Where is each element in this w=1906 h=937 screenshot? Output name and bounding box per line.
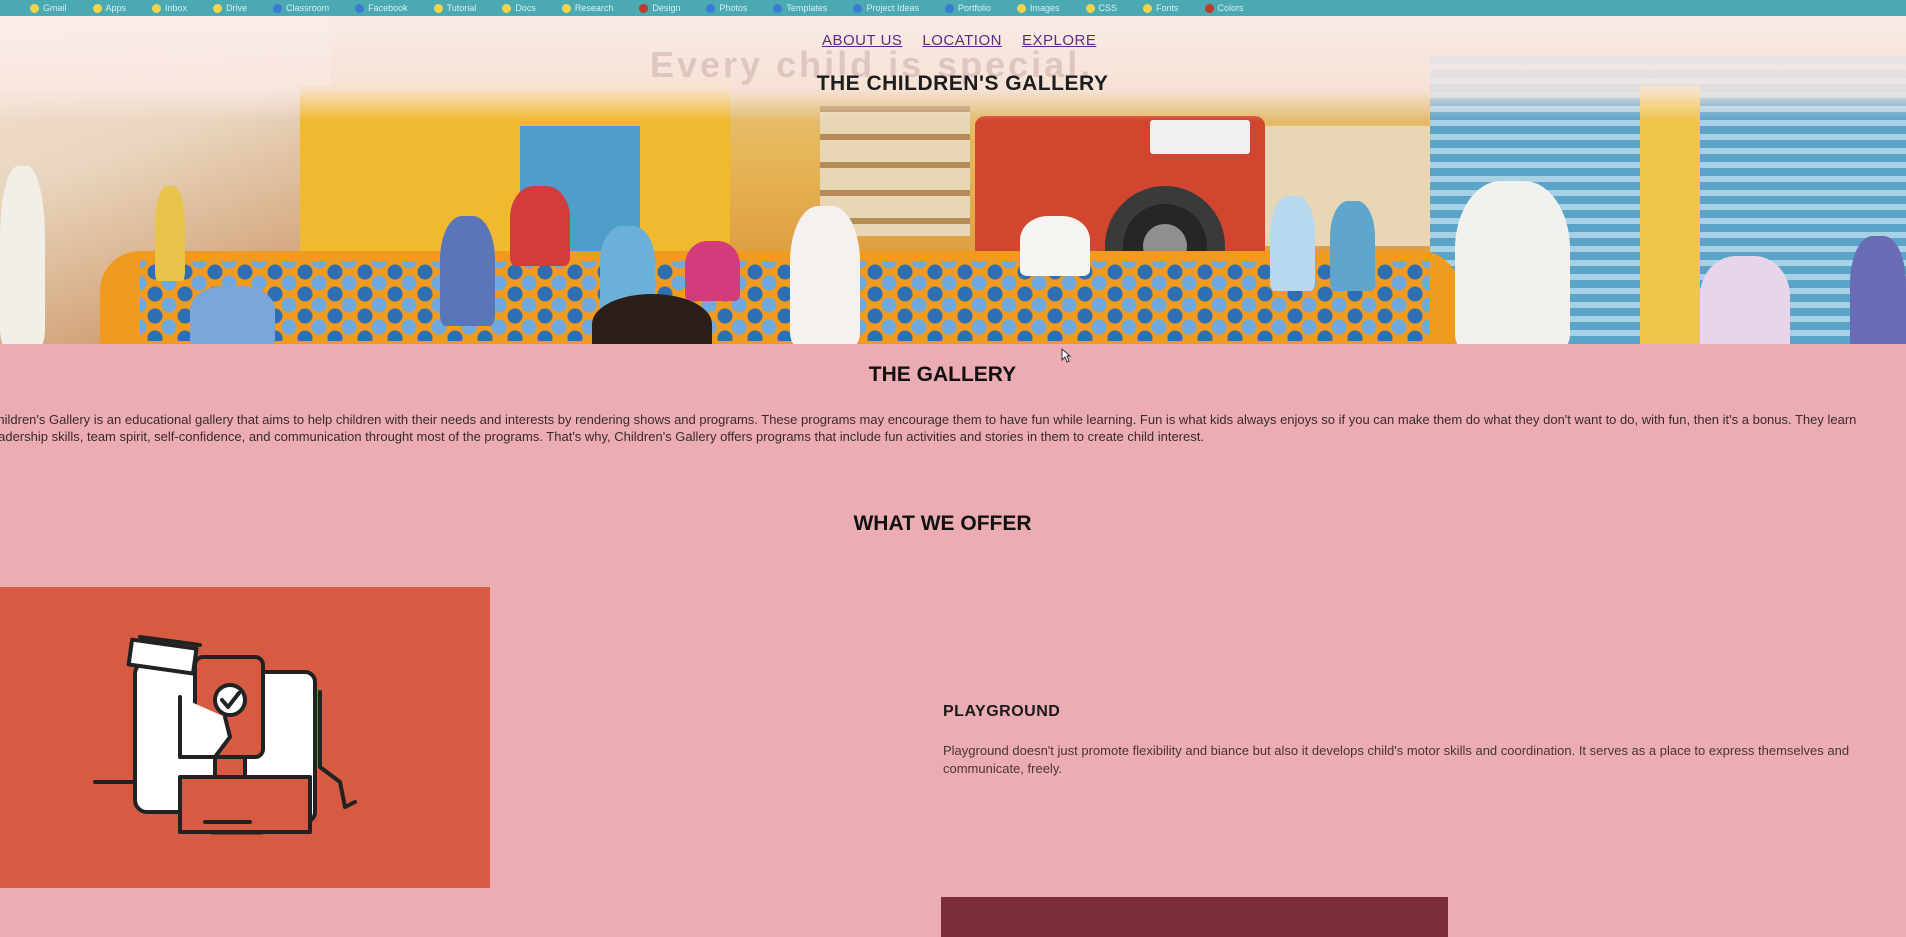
bookmark-label: Drive	[226, 3, 248, 13]
hero-child	[685, 241, 740, 301]
bookmark-favicon-icon	[1204, 3, 1214, 13]
bookmark-item[interactable]: Research	[561, 3, 614, 13]
hero-child	[790, 206, 860, 344]
bookmark-label: Docs	[515, 3, 536, 13]
bookmark-item[interactable]: Photos	[706, 3, 747, 13]
offer-description: Playground doesn't just promote flexibil…	[943, 743, 1850, 776]
bookmark-label: Classroom	[286, 3, 330, 13]
phone-checkmark-icon	[93, 635, 357, 835]
bookmark-favicon-icon	[30, 3, 39, 13]
bookmark-item[interactable]: Images	[1017, 3, 1060, 13]
bookmark-favicon-icon	[273, 3, 283, 13]
bookmark-favicon-icon	[355, 3, 365, 13]
bookmark-item[interactable]: Project Ideas	[853, 3, 919, 13]
nav-explore-link[interactable]: EXPLORE	[1022, 32, 1096, 49]
bookmark-item[interactable]: CSS	[1085, 3, 1118, 13]
bookmark-item[interactable]: Facebook	[355, 3, 408, 13]
bookmark-favicon-icon	[433, 3, 443, 13]
hero-child	[190, 286, 275, 344]
bookmark-favicon-icon	[92, 3, 102, 13]
hero-child	[1020, 216, 1090, 276]
bookmark-favicon-icon	[561, 3, 571, 13]
hero-child	[1700, 256, 1790, 344]
hero-adult	[1455, 181, 1570, 344]
bookmark-favicon-icon	[639, 3, 649, 13]
bookmark-item[interactable]: Inbox	[152, 3, 187, 13]
bookmark-label: Templates	[786, 3, 828, 13]
hero-person	[0, 166, 45, 344]
bookmark-favicon-icon	[502, 3, 512, 13]
bookmark-label: Colors	[1217, 3, 1244, 13]
gallery-description: Children's Gallery is an educational gal…	[0, 412, 1857, 444]
offer-title: PLAYGROUND	[943, 703, 1061, 720]
main-nav: ABOUT US LOCATION EXPLORE	[822, 32, 1096, 49]
bookmark-label: Facebook	[368, 3, 408, 13]
bookmark-favicon-icon	[1017, 3, 1026, 13]
gallery-heading: THE GALLERY	[868, 363, 1017, 386]
bookmark-favicon-icon	[853, 3, 863, 13]
hero-child	[1330, 201, 1375, 291]
bookmark-item[interactable]: Design	[639, 3, 680, 13]
bookmark-favicon-icon	[152, 3, 162, 13]
nav-about-us-link[interactable]: ABOUT US	[822, 32, 902, 49]
bookmark-label: CSS	[1098, 3, 1118, 13]
bookmark-label: Photos	[719, 3, 748, 13]
bookmark-label: Apps	[105, 3, 127, 13]
hero-shutter-gap	[1640, 86, 1700, 344]
hero-child	[1270, 196, 1315, 291]
hero-child	[1850, 236, 1906, 344]
hero-child	[440, 216, 495, 326]
bookmark-favicon-icon	[213, 3, 223, 13]
playground-more-button[interactable]	[941, 897, 1448, 937]
hero-balls	[140, 261, 1430, 341]
playground-illustration	[0, 587, 490, 888]
site-title: THE CHILDREN'S GALLERY	[816, 72, 1109, 95]
bookmark-item[interactable]: Drive	[213, 3, 247, 13]
mouse-cursor-icon	[1061, 348, 1071, 363]
bookmark-favicon-icon	[1143, 3, 1153, 13]
bookmark-favicon-icon	[1085, 3, 1095, 13]
hero-child	[510, 186, 570, 266]
hero-truck-window	[1150, 120, 1250, 154]
bookmark-label: Project Ideas	[866, 3, 919, 13]
bookmark-item[interactable]: Apps	[92, 3, 127, 13]
bookmark-label: Design	[652, 3, 681, 13]
bookmark-label: Images	[1030, 3, 1060, 13]
bookmark-favicon-icon	[706, 3, 716, 13]
bookmark-label: Portfolio	[957, 3, 991, 13]
bookmark-label: Tutorial	[446, 3, 477, 13]
hero-child	[155, 186, 185, 281]
bookmark-item[interactable]: Classroom	[273, 3, 329, 13]
bookmark-item[interactable]: Templates	[773, 3, 827, 13]
bookmark-item[interactable]: Docs	[502, 3, 536, 13]
bookmark-label: Fonts	[1156, 3, 1179, 13]
bookmarks-bar: Gmail Apps Inbox Drive Classroom Facebook Tuto…	[0, 0, 1906, 16]
offer-heading: WHAT WE OFFER	[853, 512, 1032, 535]
bookmark-favicon-icon	[773, 3, 783, 13]
bookmark-item[interactable]: Tutorial	[433, 3, 477, 13]
bookmark-item[interactable]: Portfolio	[944, 3, 991, 13]
bookmark-label: Inbox	[165, 3, 188, 13]
bookmark-item[interactable]: Fonts	[1143, 3, 1179, 13]
nav-location-link[interactable]: LOCATION	[922, 32, 1002, 49]
bookmark-favicon-icon	[944, 3, 954, 13]
bookmark-item[interactable]: Gmail	[30, 3, 67, 13]
bookmark-item[interactable]: Colors	[1204, 3, 1244, 13]
bookmark-label: Gmail	[43, 3, 67, 13]
bookmark-label: Research	[574, 3, 614, 13]
hero-banner: Every child is special.	[0, 16, 1906, 344]
